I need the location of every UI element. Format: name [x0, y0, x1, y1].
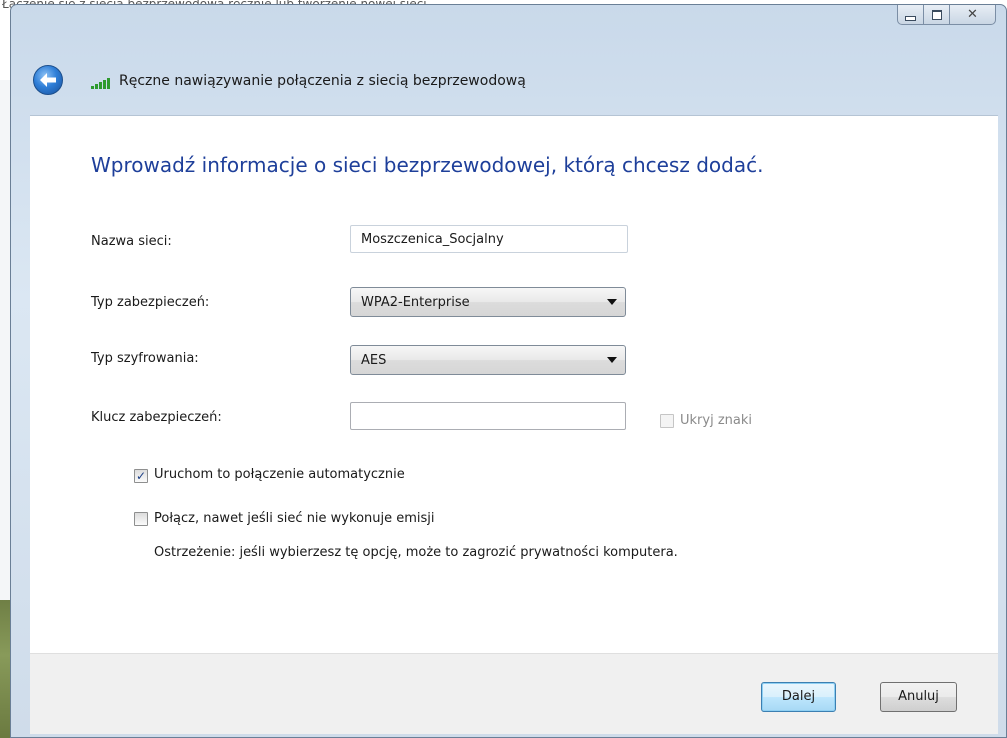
hide-chars-checkbox[interactable] [660, 414, 674, 428]
privacy-warning: Ostrzeżenie: jeśli wybierzesz tę opcję, … [154, 545, 678, 560]
auto-connect-label: Uruchom to połączenie automatycznie [154, 467, 405, 482]
network-name-input[interactable] [350, 225, 628, 253]
maximize-button[interactable] [924, 5, 950, 25]
security-key-label: Klucz zabezpieczeń: [91, 410, 222, 425]
back-button[interactable] [33, 65, 63, 95]
window-title: Ręczne nawiązywanie połączenia z siecią … [119, 73, 526, 89]
dropdown-arrow-icon [607, 357, 617, 363]
maximize-icon [931, 9, 942, 20]
dropdown-arrow-icon [607, 299, 617, 305]
close-button[interactable]: ✕ [950, 5, 996, 25]
page-heading: Wprowadź informacje o sieci bezprzewodow… [91, 153, 764, 177]
minimize-button[interactable] [897, 5, 924, 25]
wireless-setup-dialog: ✕ Ręczne nawiązywanie połączenia z sieci… [10, 4, 1007, 738]
checkmark-icon: ✓ [135, 469, 147, 483]
auto-connect-checkbox[interactable]: ✓ [134, 469, 148, 483]
connect-hidden-checkbox[interactable] [134, 512, 148, 526]
security-key-input[interactable] [350, 402, 626, 430]
caption-buttons: ✕ [897, 5, 996, 27]
security-type-label: Typ zabezpieczeń: [91, 295, 210, 310]
security-type-dropdown[interactable]: WPA2-Enterprise [350, 287, 626, 317]
wireless-signal-icon [91, 75, 113, 89]
security-type-value: WPA2-Enterprise [361, 295, 470, 310]
connect-hidden-label: Połącz, nawet jeśli sieć nie wykonuje em… [154, 511, 435, 526]
cancel-button[interactable]: Anuluj [880, 682, 957, 712]
content-area: Wprowadź informacje o sieci bezprzewodow… [30, 115, 998, 653]
hide-chars-label: Ukryj znaki [680, 413, 752, 428]
back-arrow-icon [40, 73, 56, 87]
minimize-icon [905, 15, 916, 21]
close-icon: ✕ [967, 7, 978, 22]
next-button[interactable]: Dalej [761, 682, 836, 712]
encryption-type-label: Typ szyfrowania: [91, 351, 199, 366]
encryption-type-dropdown[interactable]: AES [350, 345, 626, 375]
network-name-label: Nazwa sieci: [91, 234, 172, 249]
dialog-footer: Dalej Anuluj [30, 653, 998, 734]
encryption-type-value: AES [361, 353, 387, 368]
